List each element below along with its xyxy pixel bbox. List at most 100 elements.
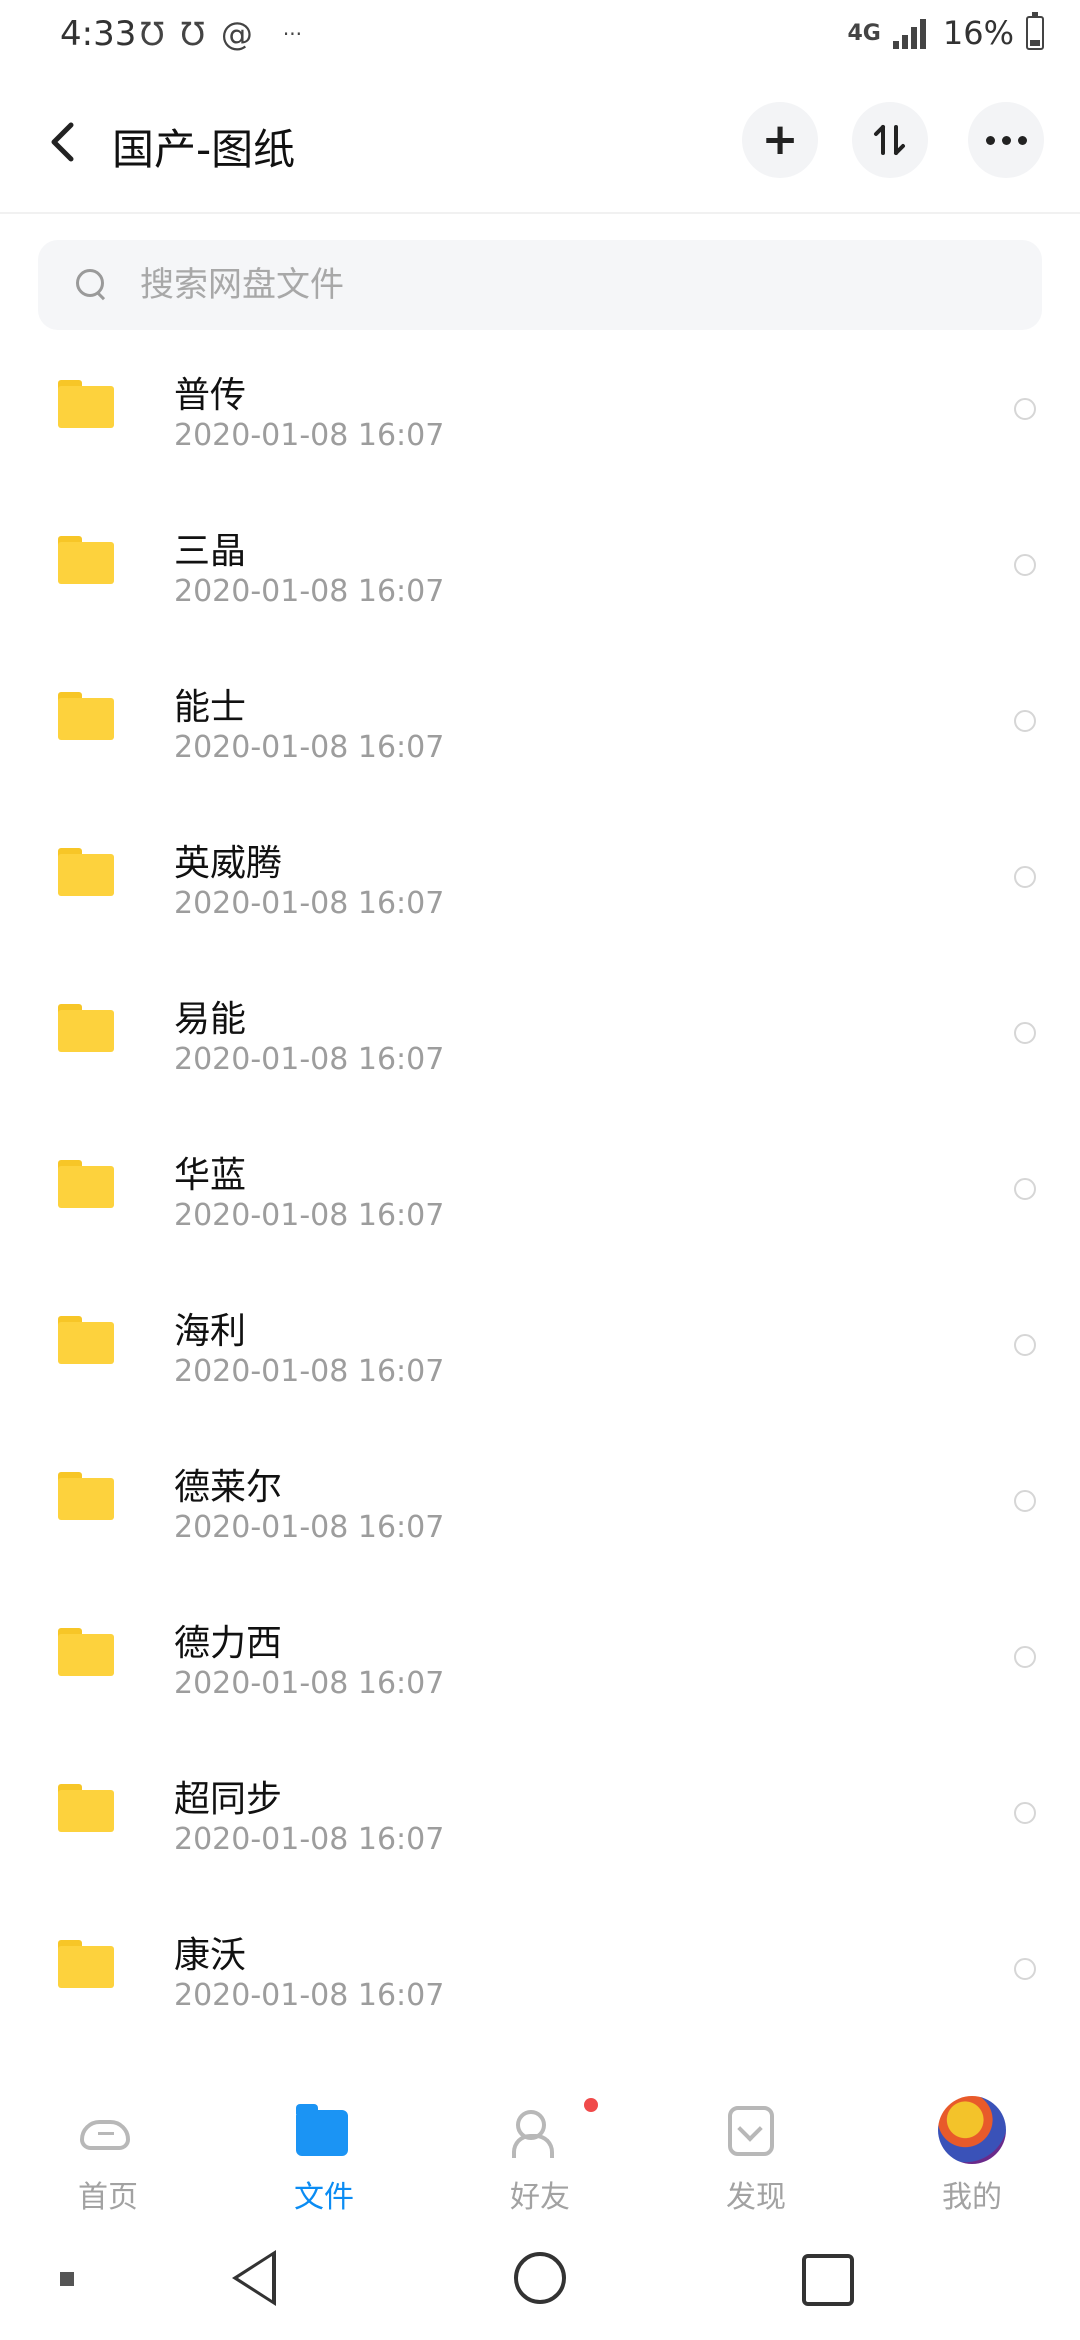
nav-discover[interactable]: 发现 [648, 2080, 864, 2220]
select-checkbox[interactable] [1014, 1490, 1036, 1512]
more-button[interactable] [968, 102, 1044, 178]
bottom-nav: 首页 文件 好友 发现 我的 [0, 2080, 1080, 2220]
folder-date: 2020-01-08 16:07 [174, 1042, 445, 1077]
cloud-icon [80, 2120, 130, 2150]
list-item[interactable]: 德力西 2020-01-08 16:07 [0, 1588, 1080, 1744]
search-bar[interactable] [38, 240, 1042, 330]
list-item[interactable]: 三晶 2020-01-08 16:07 [0, 496, 1080, 652]
system-recents-button[interactable] [802, 2254, 854, 2306]
folder-name: 英威腾 [174, 843, 283, 884]
nav-label: 首页 [78, 2180, 138, 2215]
folder-date: 2020-01-08 16:07 [174, 1822, 445, 1857]
nav-files[interactable]: 文件 [216, 2080, 432, 2220]
select-checkbox[interactable] [1014, 398, 1036, 420]
system-home-button[interactable] [514, 2252, 566, 2304]
avatar [938, 2096, 1006, 2164]
list-item[interactable]: 超同步 2020-01-08 16:07 [0, 1744, 1080, 1900]
list-item[interactable]: 易能 2020-01-08 16:07 [0, 964, 1080, 1120]
select-checkbox[interactable] [1014, 710, 1036, 732]
plus-icon: + [761, 114, 799, 165]
select-checkbox[interactable] [1014, 1022, 1036, 1044]
folder-name: 易能 [174, 999, 247, 1040]
folder-name: 海利 [174, 1311, 247, 1352]
select-checkbox[interactable] [1014, 1178, 1036, 1200]
list-item[interactable]: 普传 2020-01-08 16:07 [0, 340, 1080, 496]
list-item[interactable]: 德莱尔 2020-01-08 16:07 [0, 1432, 1080, 1588]
folder-icon [58, 1472, 114, 1520]
swirl-icon: @ [220, 15, 253, 53]
folder-icon [58, 1940, 114, 1988]
folder-date: 2020-01-08 16:07 [174, 1510, 445, 1545]
folder-icon [58, 848, 114, 896]
folder-name: 华蓝 [174, 1155, 247, 1196]
notification-app-icon: Ʊ [140, 15, 165, 53]
folder-name: 德莱尔 [174, 1467, 283, 1508]
signal-icon [892, 17, 931, 49]
notification-app-icon: Ʊ [180, 15, 205, 53]
status-left-icons: Ʊ Ʊ @ ··· [140, 14, 302, 54]
list-item[interactable]: 海利 2020-01-08 16:07 [0, 1276, 1080, 1432]
folder-icon [58, 1160, 114, 1208]
nav-label: 我的 [942, 2180, 1002, 2215]
folder-name: 三晶 [174, 531, 247, 572]
folder-date: 2020-01-08 16:07 [174, 418, 445, 453]
status-time: 4:33 [60, 14, 137, 54]
folder-date: 2020-01-08 16:07 [174, 574, 445, 609]
discover-icon [728, 2106, 774, 2156]
nav-label: 文件 [294, 2180, 354, 2215]
select-checkbox[interactable] [1014, 554, 1036, 576]
folder-icon [296, 2104, 348, 2156]
folder-date: 2020-01-08 16:07 [174, 1354, 445, 1389]
battery-percent: 16% [942, 14, 1014, 52]
battery-icon [1026, 12, 1044, 50]
notification-badge [584, 2098, 598, 2112]
nav-menu-icon[interactable] [60, 2272, 74, 2286]
status-bar: 4:33 Ʊ Ʊ @ ··· 4G 16% [0, 0, 1080, 72]
folder-date: 2020-01-08 16:07 [174, 730, 445, 765]
nav-friends[interactable]: 好友 [432, 2080, 648, 2220]
chevron-left-icon [51, 122, 74, 162]
select-checkbox[interactable] [1014, 866, 1036, 888]
folder-name: 能士 [174, 687, 247, 728]
folder-icon [58, 380, 114, 428]
folder-icon [58, 1628, 114, 1676]
header-divider [0, 212, 1080, 214]
sort-button[interactable] [852, 102, 928, 178]
back-button[interactable] [38, 112, 86, 172]
list-item[interactable]: 英威腾 2020-01-08 16:07 [0, 808, 1080, 964]
folder-date: 2020-01-08 16:07 [174, 1666, 445, 1701]
nav-label: 好友 [510, 2180, 570, 2215]
folder-date: 2020-01-08 16:07 [174, 886, 445, 921]
status-right: 4G 16% [847, 12, 1044, 52]
folder-icon [58, 1784, 114, 1832]
header: 国产-图纸 + [0, 72, 1080, 212]
folder-name: 德力西 [174, 1623, 283, 1664]
nav-mine[interactable]: 我的 [864, 2080, 1080, 2220]
folder-icon [58, 1004, 114, 1052]
list-item[interactable]: 康沃 2020-01-08 16:07 [0, 1900, 1080, 2056]
nav-label: 发现 [726, 2180, 786, 2215]
more-notifications-icon: ··· [282, 22, 302, 46]
select-checkbox[interactable] [1014, 1646, 1036, 1668]
list-item[interactable]: 华蓝 2020-01-08 16:07 [0, 1120, 1080, 1276]
add-button[interactable]: + [742, 102, 818, 178]
folder-name: 普传 [174, 375, 247, 416]
folder-date: 2020-01-08 16:07 [174, 1198, 445, 1233]
folder-icon [58, 1316, 114, 1364]
search-input[interactable] [138, 264, 942, 306]
select-checkbox[interactable] [1014, 1334, 1036, 1356]
system-nav-bar [0, 2220, 1080, 2340]
folder-name: 康沃 [174, 1935, 247, 1976]
more-dots-icon [985, 135, 1027, 145]
sort-icon [874, 125, 905, 155]
search-icon [76, 269, 108, 301]
list-item[interactable]: 能士 2020-01-08 16:07 [0, 652, 1080, 808]
select-checkbox[interactable] [1014, 1958, 1036, 1980]
folder-icon [58, 692, 114, 740]
select-checkbox[interactable] [1014, 1802, 1036, 1824]
folder-list: 普传 2020-01-08 16:07 三晶 2020-01-08 16:07 能士 20… [0, 340, 1080, 2056]
folder-date: 2020-01-08 16:07 [174, 1978, 445, 2013]
back-triangle-icon [238, 2256, 272, 2300]
nav-home[interactable]: 首页 [0, 2080, 216, 2220]
network-type: 4G [847, 20, 881, 46]
